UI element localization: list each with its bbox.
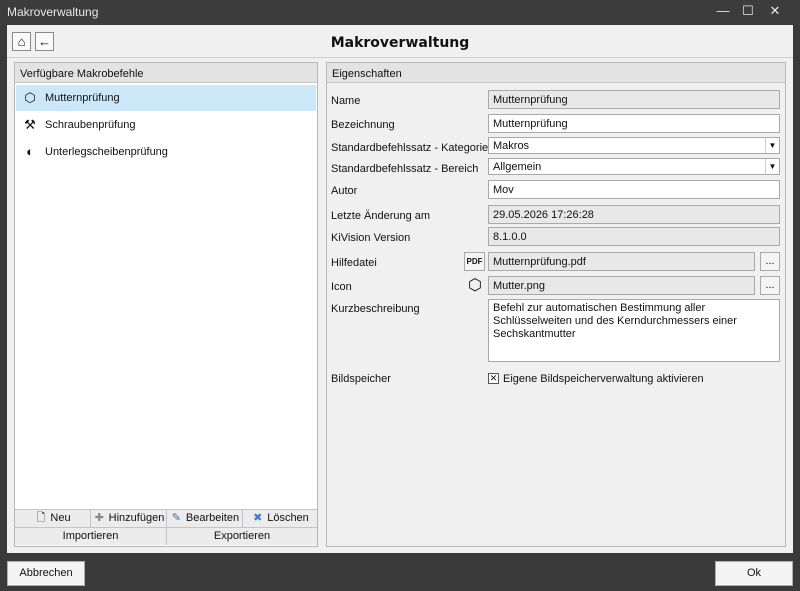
macro-list-panel: Verfügbare Makrobefehle ⬡ Mutternprüfung… [14,62,318,547]
import-button[interactable]: Importieren [15,528,167,545]
list-item-label: Schraubenprüfung [45,119,136,131]
list-item-mutternpruefung[interactable]: ⬡ Mutternprüfung [16,85,316,111]
window-titlebar: Makroverwaltung — ☐ ✕ [0,0,800,24]
list-item-label: Unterlegscheibenprüfung [45,146,168,158]
window-title: Makroverwaltung [7,5,99,19]
properties-panel: Eigenschaften Name Mutternprüfung Bezeic… [326,62,786,547]
category-label: Standardbefehlssatz - Kategorie [331,142,489,154]
new-button-label: Neu [50,512,71,524]
version-field: 8.1.0.0 [488,227,780,246]
area-value: Allgemein [493,161,542,173]
name-label: Name [331,95,361,107]
author-label: Autor [331,185,358,197]
chevron-down-icon: ▼ [765,159,779,174]
designation-field[interactable]: Mutternprüfung [488,114,780,133]
pdf-icon: PDF [464,252,485,271]
macro-toolbar: 🗋 Neu ✚ Hinzufügen ✎ Bearbeiten ✖ Löschen [15,509,317,527]
ok-button[interactable]: Ok [715,561,793,586]
add-button[interactable]: ✚ Hinzufügen [91,510,167,527]
edit-button[interactable]: ✎ Bearbeiten [167,510,243,527]
dialog-client: ⌂ ← Makroverwaltung Verfügbare Makrobefe… [7,25,793,553]
list-item-label: Mutternprüfung [45,92,120,104]
author-field[interactable]: Mov [488,180,780,199]
hex-nut-icon: ⬡ [24,90,36,105]
category-value: Makros [493,140,530,152]
area-dropdown[interactable]: Allgemein ▼ [488,158,780,175]
help-file-label: Hilfedatei [331,257,377,269]
list-item-schraubenpruefung[interactable]: ⚒ Schraubenprüfung [16,112,316,138]
close-button[interactable]: ✕ [761,0,789,22]
hex-nut-icon: ⬡ [468,277,482,294]
short-description-field[interactable]: Befehl zur automatischen Bestimmung alle… [488,299,780,362]
short-description-label: Kurzbeschreibung [331,303,420,315]
delete-icon: ✖ [253,512,263,524]
area-label: Standardbefehlssatz - Bereich [331,163,479,175]
help-file-field: Mutternprüfung.pdf [488,252,755,271]
delete-button-label: Löschen [267,512,309,524]
version-label: KiVision Version [331,232,411,244]
edit-icon: ✎ [171,512,181,524]
new-button[interactable]: 🗋 Neu [15,510,91,527]
icon-file-field: Mutter.png [488,276,755,295]
help-file-browse-button[interactable]: ... [760,252,780,271]
new-document-icon: 🗋 [36,512,46,524]
name-field: Mutternprüfung [488,90,780,109]
add-button-label: Hinzufügen [108,512,165,524]
minimize-button[interactable]: — [709,0,737,22]
export-button[interactable]: Exportieren [167,528,317,545]
cancel-button[interactable]: Abbrechen [7,561,85,586]
import-export-toolbar: Importieren Exportieren [15,527,317,545]
washer-icon: ◐ [26,144,34,159]
icon-browse-button[interactable]: ... [760,276,780,295]
delete-button[interactable]: ✖ Löschen [243,510,317,527]
screw-icon: ⚒ [24,117,36,132]
image-store-label: Bildspeicher [331,373,391,385]
maximize-button[interactable]: ☐ [734,0,762,22]
properties-header: Eigenschaften [327,63,785,83]
header-bar: ⌂ ← Makroverwaltung [7,25,793,58]
category-dropdown[interactable]: Makros ▼ [488,137,780,154]
chevron-down-icon: ▼ [765,138,779,153]
page-title: Makroverwaltung [330,35,470,51]
last-changed-label: Letzte Änderung am [331,210,431,222]
list-item-unterlegscheibenpruefung[interactable]: ◐ Unterlegscheibenprüfung [16,139,316,165]
icon-label: Icon [331,281,352,293]
plus-icon: ✚ [94,512,104,524]
image-store-checkbox[interactable]: ✕ [488,373,499,384]
designation-label: Bezeichnung [331,119,395,131]
macro-list-header: Verfügbare Makrobefehle [15,63,317,83]
image-store-option-label: Eigene Bildspeicherverwaltung aktivieren [503,373,704,385]
last-changed-field: 29.05.2026 17:26:28 [488,205,780,224]
edit-button-label: Bearbeiten [185,512,240,524]
